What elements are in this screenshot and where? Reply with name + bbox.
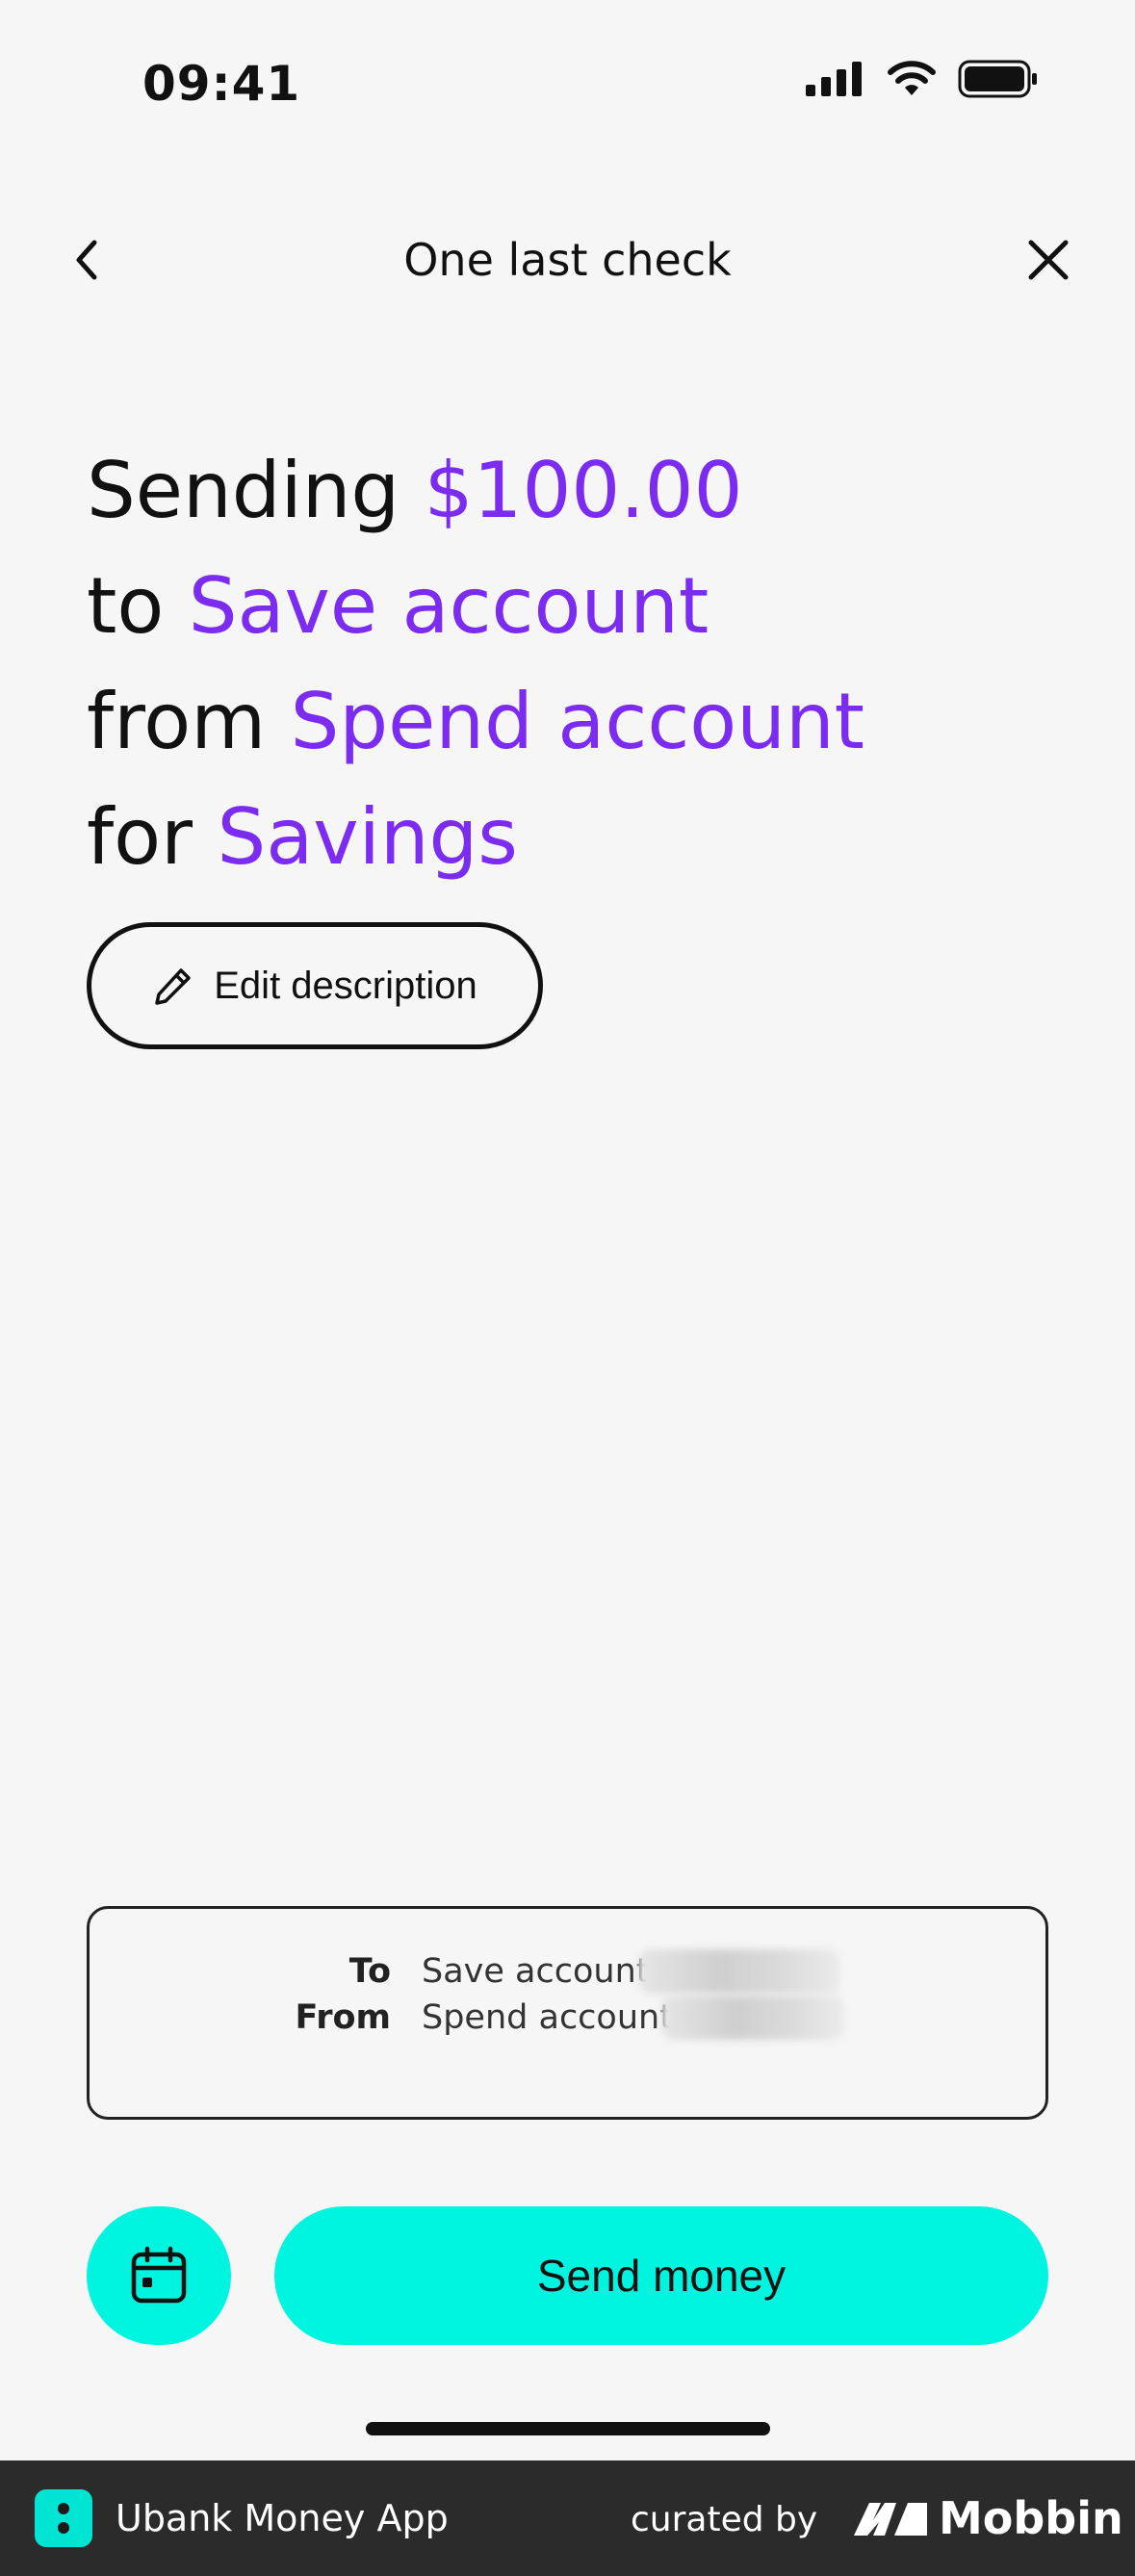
footer-brand: Mobbin [852,2489,1123,2547]
screen: 09:41 One last check Sending $100.00 to … [0,0,1135,2576]
redacted-account-number [661,1996,844,2040]
redacted-account-number [638,1949,840,1994]
close-icon [1028,240,1069,280]
summary-to-label: to [87,561,165,651]
cellular-signal-icon [806,62,862,96]
detail-from-label: From [295,1998,391,2037]
header: One last check [0,212,1135,308]
detail-row-from: From Spend account [90,1994,1045,2042]
status-time: 09:41 [142,56,301,112]
send-money-button[interactable]: Send money [274,2206,1048,2345]
summary-description: Savings [217,792,518,882]
calendar-icon [131,2246,187,2304]
summary-from-label: from [87,677,267,766]
detail-to-value: Save account [422,1952,650,1991]
detail-to-label: To [348,1952,391,1991]
summary-to-account: Save account [188,561,709,651]
pencil-icon [155,968,191,1005]
footer-curated-by: curated by [631,2500,818,2539]
page-title: One last check [403,234,732,286]
edit-description-label: Edit description [214,964,477,1007]
transfer-summary: Sending $100.00 to Save account from Spe… [87,433,1049,895]
mobbin-logo-icon [854,2503,927,2536]
summary-sending-label: Sending [87,446,400,535]
detail-from-value: Spend account [422,1998,673,2037]
status-icons [806,60,1039,98]
summary-to-line: to Save account [87,549,1049,664]
wifi-icon [888,61,936,95]
footer-banner: Ubank Money App curated by Mobbin [0,2460,1135,2576]
battery-icon [958,60,1037,98]
schedule-button[interactable] [87,2206,231,2345]
transfer-details-card: To Save account From Spend account [87,1906,1048,2120]
summary-from-line: from Spend account [87,664,1049,780]
app-logo-icon [35,2489,92,2547]
summary-from-account: Spend account [290,677,865,766]
summary-amount: $100.00 [424,446,743,535]
close-button[interactable] [1019,231,1077,289]
summary-for-line: for Savings [87,780,1049,895]
summary-for-label: for [87,792,193,882]
footer-brand-name: Mobbin [939,2492,1123,2544]
summary-amount-line: Sending $100.00 [87,433,1049,549]
status-bar: 09:41 [0,0,1135,164]
footer-app-name: Ubank Money App [116,2497,449,2539]
edit-description-button[interactable]: Edit description [87,922,543,1049]
detail-row-to: To Save account [90,1947,1045,1996]
home-indicator [366,2422,770,2435]
